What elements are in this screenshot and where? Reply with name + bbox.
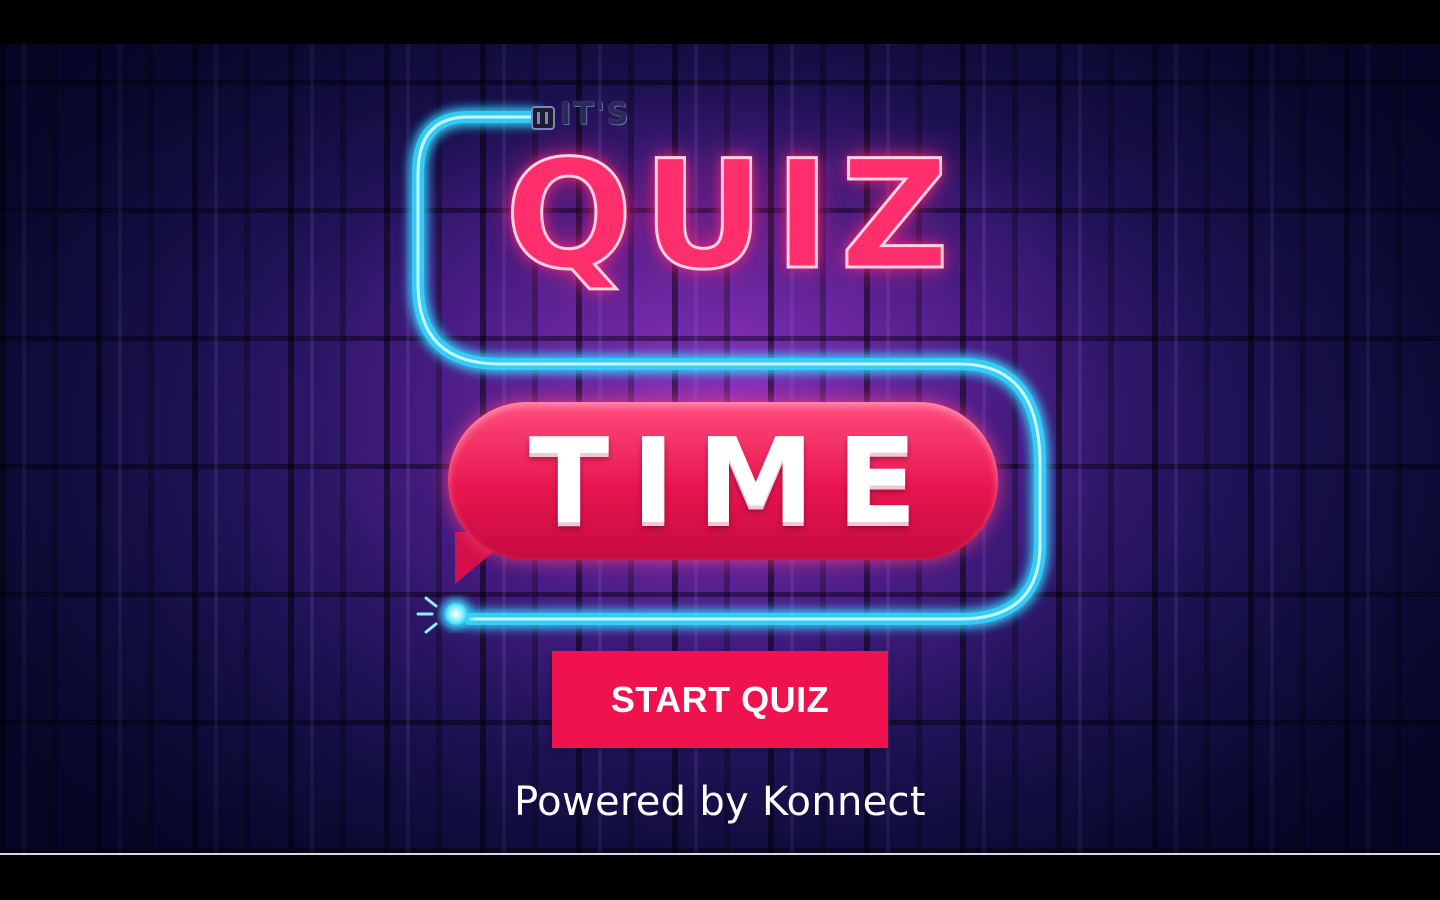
title-screen: IT'S QUIZ TIME START QUIZ Powered by Kon… [0,44,1440,853]
letterbox-top [0,0,1440,44]
logo-quiz-title: QUIZ [504,129,959,303]
powered-by-text: Powered by Konnect [514,779,926,825]
plug-icon [531,106,555,130]
light-bulb-icon [416,596,472,634]
start-quiz-button[interactable]: START QUIZ [552,651,888,748]
letterbox-bottom [0,855,1440,900]
logo-prefix: IT'S [560,97,631,132]
logo-time-title: TIME [528,412,940,550]
